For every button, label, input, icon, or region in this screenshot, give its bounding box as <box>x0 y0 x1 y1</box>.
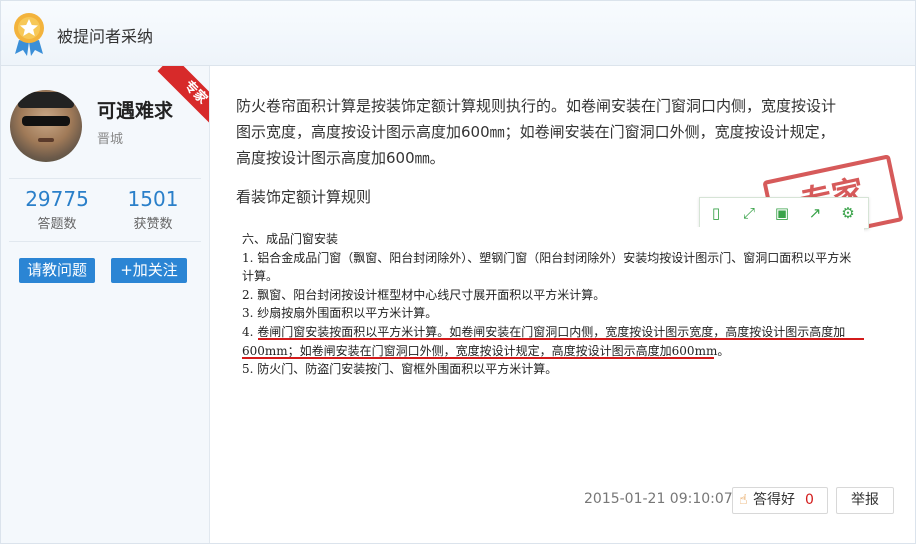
avatar[interactable] <box>10 90 82 162</box>
doc-line: 3. 纱扇按扇外围面积以平方米计算。 <box>242 306 438 320</box>
doc-line: 六、成品门窗安装 <box>242 232 339 246</box>
header-title: 被提问者采纳 <box>57 27 154 46</box>
highlight-underline <box>242 357 714 359</box>
like-total-label: 获赞数 <box>133 217 173 232</box>
highlight-underline <box>258 338 864 340</box>
answer-count-label: 答题数 <box>37 217 77 232</box>
answer-count: 29775 <box>25 187 89 211</box>
doc-line: 2. 飘窗、阳台封闭按设计框型材中心线尺寸展开面积以平方米计算。 <box>242 288 606 302</box>
follow-button[interactable]: +加关注 <box>111 258 187 283</box>
like-count: 0 <box>805 492 814 508</box>
fullscreen-icon[interactable]: ⤢ <box>738 202 760 224</box>
thumbs-up-icon: ☝ <box>739 492 748 508</box>
answer-line: 高度按设计图示高度加600㎜。 <box>236 149 445 167</box>
save-icon[interactable]: ▣ <box>771 202 793 224</box>
doc-line: 5. 防火门、防盗门安装按门、窗框外围面积以平方米计算。 <box>242 362 558 376</box>
answerer-city: 晋城 <box>97 132 124 147</box>
answer-subheading: 看装饰定额计算规则 <box>236 188 372 206</box>
answer-line: 图示宽度，高度按设计图示高度加600㎜；如卷闸安装在门窗洞口外侧，宽度按设计规定… <box>236 123 835 141</box>
doc-line: 计算。 <box>242 269 279 283</box>
answer-count-stat: 29775 答题数 <box>9 187 105 232</box>
share-icon[interactable]: ↗ <box>804 202 826 224</box>
answerer-sidebar: 可遇难求 晋城 专家 29775 答题数 1501 获赞数 请教问题 +加关注 <box>1 66 210 543</box>
like-total: 1501 <box>127 187 179 211</box>
answer-timestamp: 2015-01-21 09:10:07 <box>584 491 733 507</box>
like-button[interactable]: ☝ 答得好 0 <box>732 487 828 514</box>
regulation-image[interactable]: 六、成品门窗安装 1. 铝合金成品门窗（飘窗、阳台封闭除外）、塑钢门窗（阳台封闭… <box>236 227 864 379</box>
answerer-stats: 29775 答题数 1501 获赞数 <box>9 178 201 242</box>
ask-question-button[interactable]: 请教问题 <box>19 258 95 283</box>
report-button[interactable]: 举报 <box>836 487 894 514</box>
medal-icon <box>14 13 44 56</box>
like-count-stat: 1501 获赞数 <box>105 187 201 232</box>
image-toolbar: ▯ ⤢ ▣ ↗ ⚙ <box>699 197 869 229</box>
expert-badge: 专家 <box>149 66 209 126</box>
phone-icon[interactable]: ▯ <box>705 202 727 224</box>
header-bar: 被提问者采纳 <box>1 1 915 66</box>
settings-icon[interactable]: ⚙ <box>837 202 859 224</box>
answer-text: 防火卷帘面积计算是按装饰定额计算规则执行的。如卷闸安装在门窗洞口内侧，宽度按设计… <box>236 93 836 171</box>
answer-line: 防火卷帘面积计算是按装饰定额计算规则执行的。如卷闸安装在门窗洞口内侧，宽度按设计 <box>236 97 837 115</box>
doc-line: 1. 铝合金成品门窗（飘窗、阳台封闭除外）、塑钢门窗（阳台封闭除外）安装均按设计… <box>242 251 852 265</box>
expert-badge-label: 专家 <box>157 66 209 126</box>
like-label: 答得好 <box>753 492 795 508</box>
